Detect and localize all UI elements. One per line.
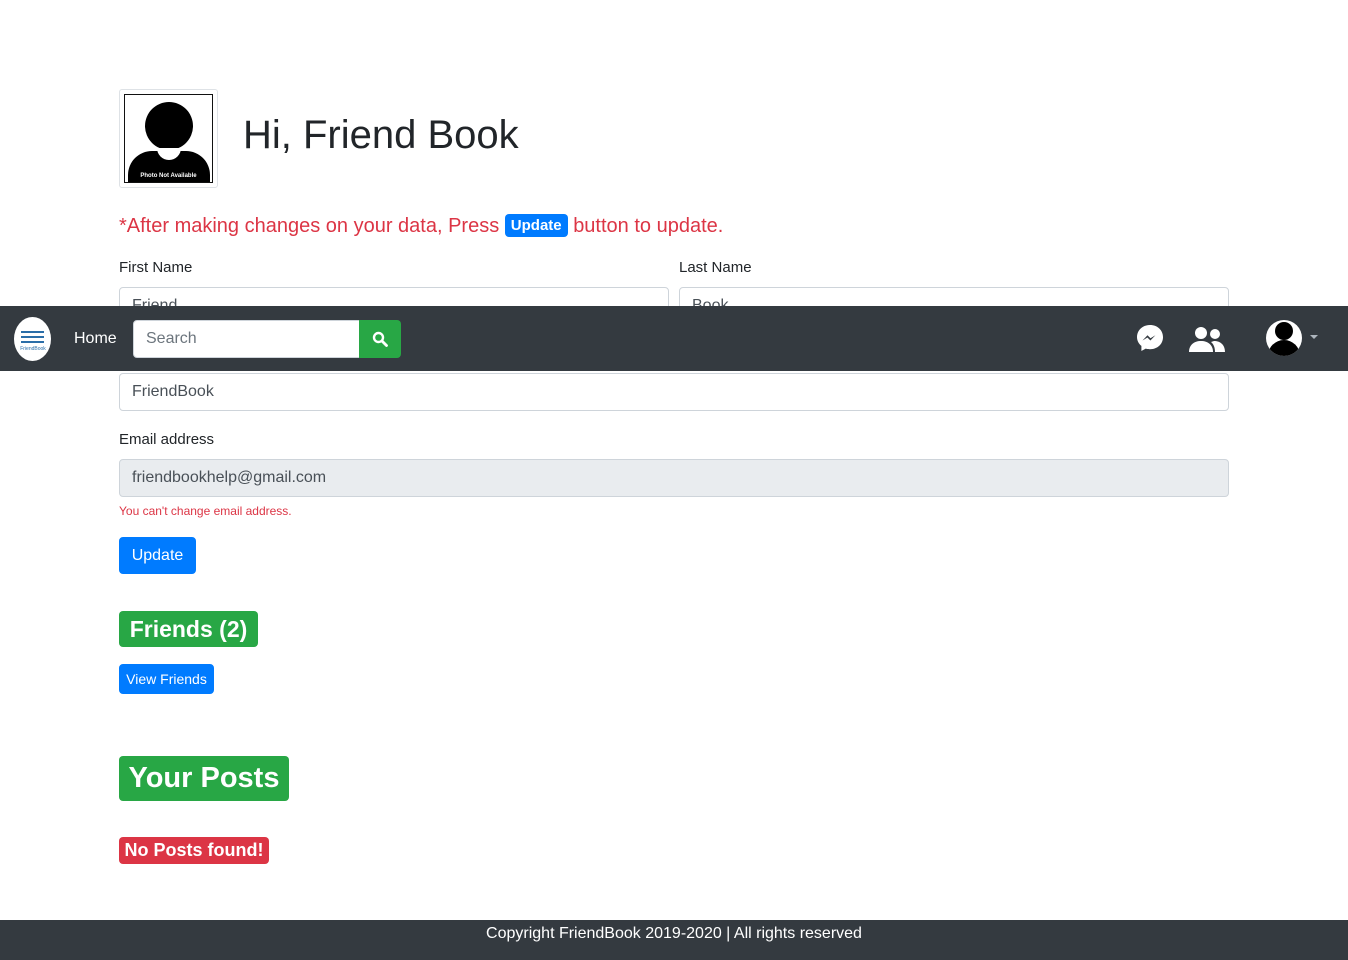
page-footer: Copyright FriendBook 2019-2020 | All rig… bbox=[0, 920, 1348, 960]
nav-home-link[interactable]: Home bbox=[74, 330, 117, 348]
chevron-down-icon[interactable] bbox=[1310, 335, 1318, 339]
page-title: Hi, Friend Book bbox=[243, 113, 519, 157]
search-icon bbox=[372, 331, 388, 347]
email-help-text: You can't change email address. bbox=[119, 504, 292, 518]
first-name-label: First Name bbox=[119, 259, 193, 276]
avatar-placeholder-icon: Photo Not Available bbox=[124, 94, 213, 183]
photo-caption: Photo Not Available bbox=[140, 173, 197, 179]
user-avatar[interactable] bbox=[1266, 320, 1302, 356]
update-notice: *After making changes on your data, Pres… bbox=[119, 214, 723, 238]
friends-heading-badge: Friends (2) bbox=[119, 611, 258, 647]
email-field bbox=[119, 459, 1229, 497]
notice-prefix: *After making changes on your data, Pres… bbox=[119, 215, 500, 237]
friendbook-logo[interactable]: FriendBook bbox=[14, 317, 51, 361]
last-name-label: Last Name bbox=[679, 259, 752, 276]
view-friends-button[interactable]: View Friends bbox=[119, 664, 214, 694]
profile-photo: Photo Not Available bbox=[119, 89, 218, 188]
no-posts-badge: No Posts found! bbox=[119, 837, 269, 864]
notice-suffix: button to update. bbox=[573, 215, 724, 237]
search-input[interactable] bbox=[133, 320, 360, 358]
update-button[interactable]: Update bbox=[119, 537, 196, 574]
search-button[interactable] bbox=[359, 320, 401, 358]
top-navbar: FriendBook Home bbox=[0, 306, 1348, 371]
messenger-icon[interactable] bbox=[1135, 323, 1165, 353]
logo-text: FriendBook bbox=[20, 346, 46, 352]
username-field[interactable] bbox=[119, 373, 1229, 411]
your-posts-heading-badge: Your Posts bbox=[119, 756, 289, 801]
friends-icon[interactable] bbox=[1188, 325, 1226, 353]
email-label: Email address bbox=[119, 431, 215, 448]
notice-update-badge: Update bbox=[504, 214, 568, 237]
